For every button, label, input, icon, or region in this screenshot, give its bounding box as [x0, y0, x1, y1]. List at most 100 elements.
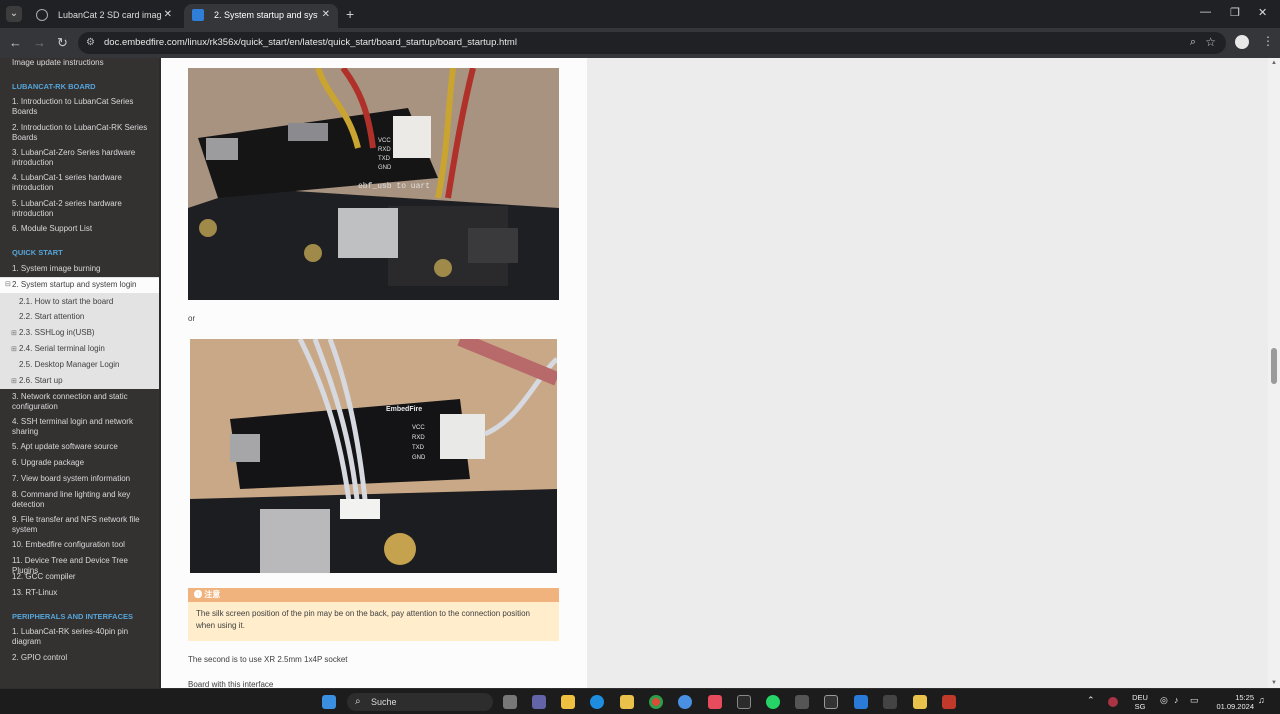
browser-menu-icon[interactable]: ⋮: [1262, 34, 1274, 48]
notification-icon[interactable]: ♫: [1258, 696, 1265, 705]
tab-system-startup[interactable]: 2. System startup and system lo ✕: [184, 4, 338, 28]
sidebar-item-zero[interactable]: 3. LubanCat-Zero Series hardware introdu…: [12, 148, 152, 168]
scroll-down-icon[interactable]: ▼: [1271, 680, 1277, 686]
sidebar-item-upgrade[interactable]: 6. Upgrade package: [12, 458, 152, 468]
scroll-up-icon[interactable]: ▲: [1271, 60, 1277, 66]
sidebar-sub-ssh[interactable]: 2.3. SSHLog in(USB): [19, 328, 95, 337]
sidebar-item-intro-lubancat[interactable]: 1. Introduction to LubanCat Series Board…: [12, 97, 152, 117]
expand-icon[interactable]: ⊞: [11, 345, 17, 353]
forward-button[interactable]: →: [33, 35, 46, 50]
sidebar-item-image-burning[interactable]: 1. System image burning: [12, 264, 152, 274]
sidebar-item-apt[interactable]: 5. Apt update software source: [12, 442, 152, 452]
sidebar-item-board-info[interactable]: 7. View board system information: [12, 474, 152, 484]
sidebar-item-rt-linux[interactable]: 13. RT-Linux: [12, 588, 152, 598]
terminal-icon[interactable]: [824, 695, 838, 709]
volume-icon[interactable]: ♪: [1174, 696, 1179, 705]
sidebar-item-gpio[interactable]: 2. GPIO control: [12, 653, 152, 663]
sidebar-item-lubancat2[interactable]: 5. LubanCat-2 series hardware introducti…: [12, 199, 152, 219]
messenger-icon[interactable]: [678, 695, 692, 709]
sidebar-sub-start-up[interactable]: 2.6. Start up: [19, 376, 63, 385]
site-info-icon[interactable]: ⚙: [86, 37, 95, 48]
sidebar-item-lighting[interactable]: 8. Command line lighting and key detecti…: [12, 490, 152, 510]
sidebar-item-40pin[interactable]: 1. LubanCat-RK series-40pin pin diagram: [12, 627, 152, 647]
app-icon[interactable]: [795, 695, 809, 709]
or-text: or: [188, 314, 196, 323]
pin-label: RXD: [378, 147, 391, 153]
sidebar-item-image-update[interactable]: Image update instructions: [12, 58, 152, 68]
app-diamond-icon[interactable]: [883, 695, 897, 709]
language-indicator[interactable]: DEU SG: [1128, 693, 1152, 711]
app-k-icon[interactable]: [708, 695, 722, 709]
pin-label: GND: [378, 165, 392, 171]
pin-label: RXD: [412, 435, 425, 441]
tab-lubancat-images[interactable]: LubanCat 2 SD card images ✕: [28, 4, 180, 28]
sidebar-item-nfs[interactable]: 9. File transfer and NFS network file sy…: [12, 515, 152, 535]
reload-button[interactable]: ↻: [57, 35, 68, 51]
bookmark-star-icon[interactable]: ☆: [1205, 35, 1216, 49]
collapse-icon[interactable]: ⊟: [5, 280, 11, 288]
note-title: 注意: [204, 590, 221, 599]
sidebar-item-config-tool[interactable]: 10. Embedfire configuration tool: [12, 540, 152, 550]
content-margin: [587, 58, 1268, 688]
teams-icon[interactable]: [532, 695, 546, 709]
note-text: The silk screen position of the pin may …: [188, 602, 559, 641]
tab-title: LubanCat 2 SD card images: [58, 10, 162, 20]
whatsapp-icon[interactable]: [766, 695, 780, 709]
scrollbar-thumb[interactable]: [1271, 348, 1277, 384]
app-red-icon[interactable]: [942, 695, 956, 709]
close-tab-icon[interactable]: ✕: [322, 4, 330, 26]
store-icon[interactable]: [620, 695, 634, 709]
close-window-button[interactable]: ✕: [1258, 6, 1267, 19]
sidebar-item-module-list[interactable]: 6. Module Support List: [12, 224, 152, 234]
pin-label: VCC: [412, 425, 425, 431]
chrome-icon[interactable]: [649, 695, 663, 709]
sidebar-item-ssh[interactable]: 4. SSH terminal login and network sharin…: [12, 417, 152, 437]
page-scrollbar[interactable]: ▲ ▼: [1268, 58, 1280, 688]
minimize-button[interactable]: —: [1200, 6, 1211, 18]
board-photo-2: EmbedFire VCC RXD TXD GND: [190, 339, 557, 573]
linux-tux-icon[interactable]: [913, 695, 927, 709]
tray-app-icon[interactable]: [1108, 697, 1118, 707]
windows-taskbar: ⌕ Suche ⌃ DEU SG ◎ ♪ ▭ 15:25 01.09.2024 …: [0, 688, 1280, 714]
language-code: DEU: [1132, 693, 1148, 702]
clock[interactable]: 15:25 01.09.2024: [1208, 693, 1254, 711]
sidebar-sub-desktop[interactable]: 2.5. Desktop Manager Login: [19, 360, 120, 369]
edge-icon[interactable]: [590, 695, 604, 709]
tab-search-icon[interactable]: ⌄: [6, 6, 22, 22]
sidebar-caption-quick: QUICK START: [12, 248, 63, 257]
taskbar-search[interactable]: ⌕ Suche: [347, 693, 493, 711]
app-edit-icon[interactable]: [854, 695, 868, 709]
globe-icon: [36, 9, 48, 21]
close-tab-icon[interactable]: ✕: [164, 4, 172, 26]
maximize-button[interactable]: ❐: [1230, 6, 1240, 19]
expand-icon[interactable]: ⊞: [11, 329, 17, 337]
address-bar[interactable]: ⚙ doc.embedfire.com/linux/rk356x/quick_s…: [78, 32, 1226, 54]
sidebar-divider: [159, 58, 161, 688]
doc-favicon-icon: [192, 9, 204, 21]
page-content: Image update instructions LUBANCAT-RK BO…: [0, 58, 1280, 689]
back-button[interactable]: ←: [9, 35, 22, 50]
sidebar-item-startup[interactable]: 2. System startup and system login: [12, 280, 152, 290]
start-icon[interactable]: [322, 695, 336, 709]
paragraph-socket: The second is to use XR 2.5mm 1x4P socke…: [188, 655, 348, 664]
sidebar-sub-serial[interactable]: 2.4. Serial terminal login: [19, 344, 105, 353]
battery-icon[interactable]: ▭: [1190, 696, 1199, 705]
sidebar-item-intro-rk[interactable]: 2. Introduction to LubanCat-RK Series Bo…: [12, 123, 152, 143]
live-icon[interactable]: [737, 695, 751, 709]
sidebar-item-network[interactable]: 3. Network connection and static configu…: [12, 392, 152, 412]
tray-expand-icon[interactable]: ⌃: [1087, 696, 1095, 705]
search-placeholder: Suche: [371, 697, 397, 707]
profile-avatar-icon[interactable]: [1235, 35, 1249, 49]
expand-icon[interactable]: ⊞: [11, 377, 17, 385]
network-icon[interactable]: ◎: [1160, 696, 1168, 705]
sidebar-sub-start-attention[interactable]: 2.2. Start attention: [19, 312, 84, 321]
sidebar-item-lubancat1[interactable]: 4. LubanCat-1 series hardware introducti…: [12, 173, 152, 193]
new-tab-button[interactable]: +: [346, 6, 354, 22]
file-explorer-icon[interactable]: [561, 695, 575, 709]
sidebar-sub-how-to-start[interactable]: 2.1. How to start the board: [19, 297, 113, 306]
zoom-icon[interactable]: ⌕: [1190, 36, 1196, 49]
pin-label: TXD: [412, 445, 425, 451]
sidebar-item-gcc[interactable]: 12. GCC compiler: [12, 572, 152, 582]
task-view-icon[interactable]: [503, 695, 517, 709]
url-text[interactable]: doc.embedfire.com/linux/rk356x/quick_sta…: [104, 37, 517, 48]
